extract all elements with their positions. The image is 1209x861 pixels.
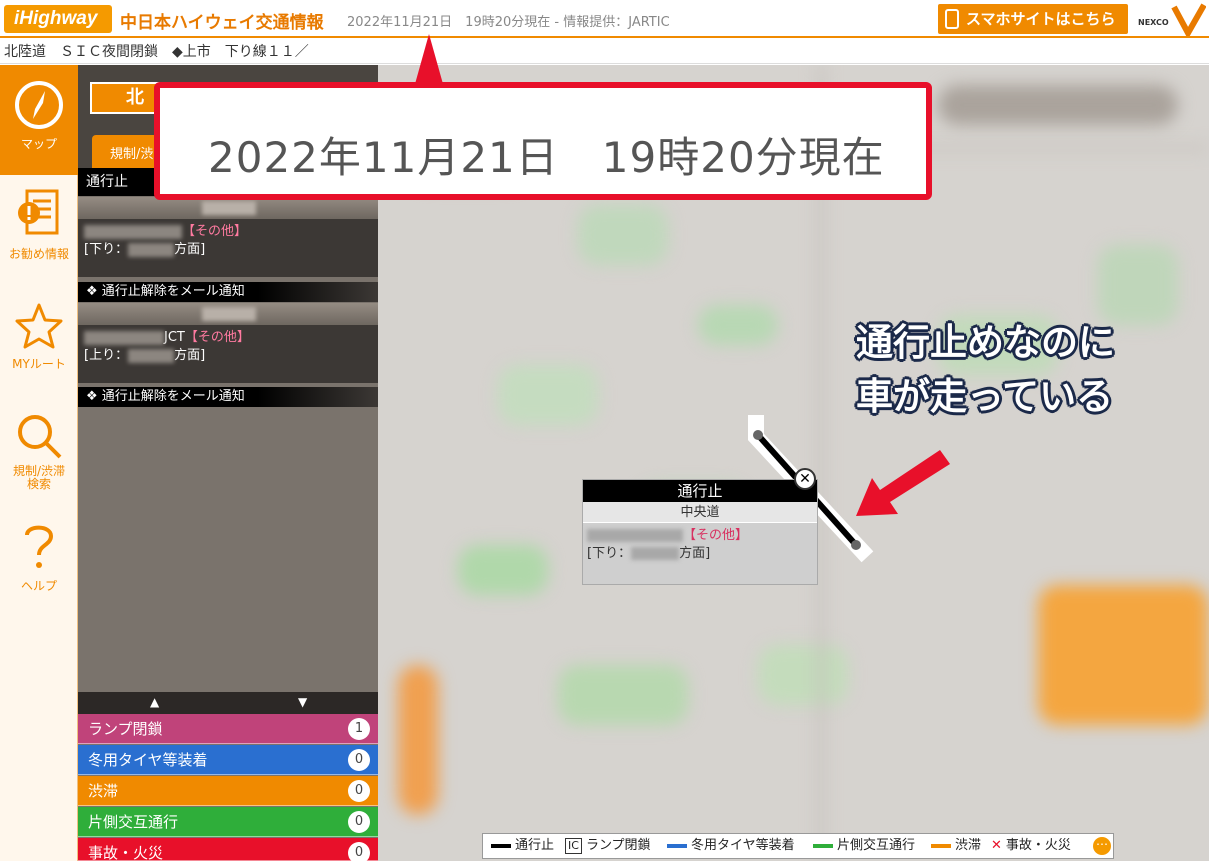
legend-more-button[interactable]: ⋯ <box>1093 837 1111 855</box>
region-selector[interactable]: 北 <box>90 82 160 114</box>
smartphone-site-button[interactable]: スマホサイトはこちら <box>938 4 1128 34</box>
popup-road-name: 中央道 <box>583 502 817 523</box>
category-winter-tires[interactable]: 冬用タイヤ等装着 0 <box>78 745 378 775</box>
legend-ramp-closed: IC ランプ閉鎖 <box>565 834 651 858</box>
count-badge: 0 <box>348 749 370 771</box>
header-timestamp: 2022年11月21日 19時20分現在 - 情報提供：JARTIC <box>347 15 670 30</box>
list-scroll-controls: ▲ ▼ <box>78 692 378 714</box>
legend-accident: ✕ 事故・火災 <box>991 838 1071 853</box>
nexco-logo[interactable]: NEXCO <box>1136 3 1207 40</box>
road-band <box>78 303 378 325</box>
header: iHighway 中日本ハイウェイ交通情報 2022年11月21日 19時20分… <box>0 0 1209 40</box>
road-band <box>78 197 378 219</box>
compass-icon <box>15 81 63 129</box>
timestamp-callout: 2022年11月21日 19時20分現在 <box>154 82 932 200</box>
legend-closed: 通行止 <box>491 834 554 858</box>
count-badge: 0 <box>348 780 370 802</box>
nav-my-route[interactable]: MYルート <box>0 301 78 381</box>
callout-text: 2022年11月21日 19時20分現在 <box>208 133 885 182</box>
nav-search[interactable]: 規制/渋滞 検索 <box>0 411 78 501</box>
legend-congestion: 渋滞 <box>931 834 981 858</box>
scroll-down-button[interactable]: ▼ <box>298 695 307 709</box>
star-icon <box>15 303 63 349</box>
search-icon <box>18 415 62 459</box>
ic-icon: IC <box>565 837 582 854</box>
closure-popup[interactable]: 通行止 中央道 【その他】 [下り： 方面] <box>582 479 818 585</box>
category-alternating-traffic[interactable]: 片側交互通行 0 <box>78 807 378 837</box>
mail-notify-button[interactable]: ❖ 通行止解除をメール通知 <box>78 282 378 302</box>
count-badge: 0 <box>348 842 370 861</box>
annotation-arrow-icon <box>856 450 950 516</box>
popup-close-button[interactable]: ✕ <box>794 468 816 490</box>
popup-body: 【その他】 [下り： 方面] <box>587 528 749 561</box>
site-title: 中日本ハイウェイ交通情報 <box>120 13 324 33</box>
category-accident-fire[interactable]: 事故・火災 0 <box>78 838 378 861</box>
legend-alternating: 片側交互通行 <box>813 834 915 858</box>
category-ramp-closed[interactable]: ランプ閉鎖 1 <box>78 714 378 744</box>
nav-map[interactable]: マップ <box>0 65 78 175</box>
left-nav: マップ お勧め情報 MYルート 規制/渋滞 検索 ヘルプ <box>0 65 78 861</box>
list-item[interactable]: 【その他】 [下り： 方面] <box>78 219 378 277</box>
ihighway-logo[interactable]: iHighway <box>4 5 112 33</box>
count-badge: 0 <box>348 811 370 833</box>
map-legend: 通行止 IC ランプ閉鎖 冬用タイヤ等装着 片側交互通行 渋滞 ✕ 事故・火災 ⋯ <box>482 833 1114 859</box>
info-doc-icon <box>18 189 59 235</box>
list-item[interactable]: JCT【その他】 [上り： 方面] <box>78 325 378 383</box>
popup-title: 通行止 <box>583 480 817 502</box>
category-congestion[interactable]: 渋滞 0 <box>78 776 378 806</box>
mail-notify-button[interactable]: ❖ 通行止解除をメール通知 <box>78 387 378 407</box>
accident-x-icon: ✕ <box>991 838 1002 853</box>
callout-pointer <box>415 34 443 84</box>
news-ticker[interactable]: 北陸道 ＳＩＣ夜間閉鎖 ◆上市 下り線１１／ <box>0 40 1209 64</box>
nav-help[interactable]: ヘルプ <box>0 521 78 601</box>
smartphone-icon <box>945 9 959 29</box>
count-badge: 1 <box>348 718 370 740</box>
tab-restrictions[interactable]: 規制/渋 <box>92 135 162 168</box>
scroll-up-button[interactable]: ▲ <box>150 695 159 709</box>
annotation-text: 通行止めなのに 車が走っている <box>856 321 1115 418</box>
question-icon <box>25 525 54 568</box>
legend-winter-tires: 冬用タイヤ等装着 <box>667 834 795 858</box>
nav-recommended[interactable]: お勧め情報 <box>0 187 78 277</box>
